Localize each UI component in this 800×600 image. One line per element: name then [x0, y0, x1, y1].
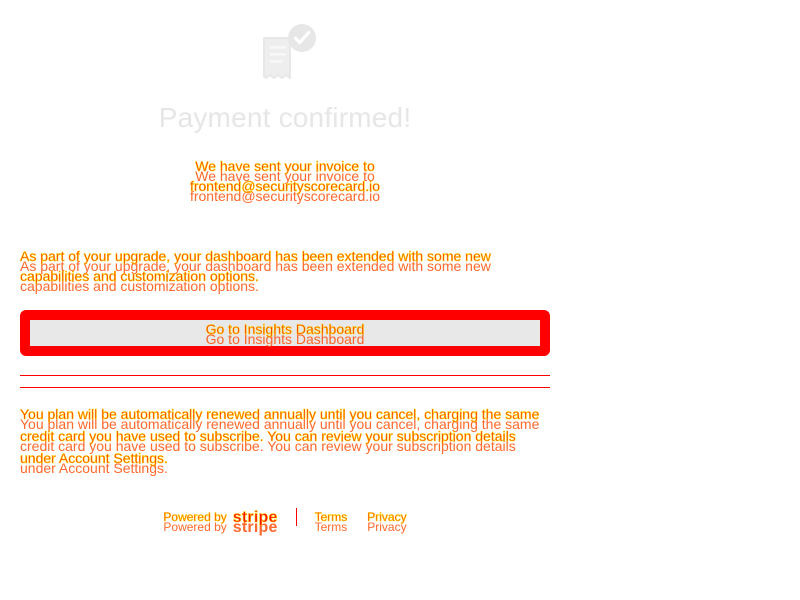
invoice-confirmation: We have sent your invoice to frontend@se… — [0, 156, 570, 196]
footer-separator — [295, 508, 297, 526]
powered-by-text: Powered by — [163, 510, 227, 525]
powered-by-stripe: Powered by stripe — [163, 509, 295, 526]
stripe-logo: stripe — [232, 509, 278, 526]
invoice-sent-text: We have sent your invoice to — [195, 158, 375, 175]
receipt-icon — [263, 24, 316, 79]
renewal-notice: You plan will be automatically renewed a… — [20, 406, 540, 467]
upgrade-description: As part of your upgrade, your dashboard … — [20, 248, 491, 285]
terms-link[interactable]: Terms — [314, 509, 347, 525]
receipt-check-icon — [258, 22, 320, 84]
go-to-insights-dashboard-button[interactable]: Go to Insights Dashboard — [20, 310, 550, 356]
invoice-email: frontend@securityscorecard.io — [189, 178, 381, 195]
page-title: Payment confirmed! — [158, 102, 412, 133]
cta-label: Go to Insights Dashboard — [205, 321, 365, 338]
privacy-link[interactable]: Privacy — [367, 509, 407, 525]
payment-confirmation-page: Payment confirmed! We have sent your inv… — [0, 0, 800, 600]
divider-top — [20, 375, 550, 376]
divider-bottom — [20, 387, 550, 388]
footer: Powered by stripe Terms Privacy — [0, 508, 570, 526]
